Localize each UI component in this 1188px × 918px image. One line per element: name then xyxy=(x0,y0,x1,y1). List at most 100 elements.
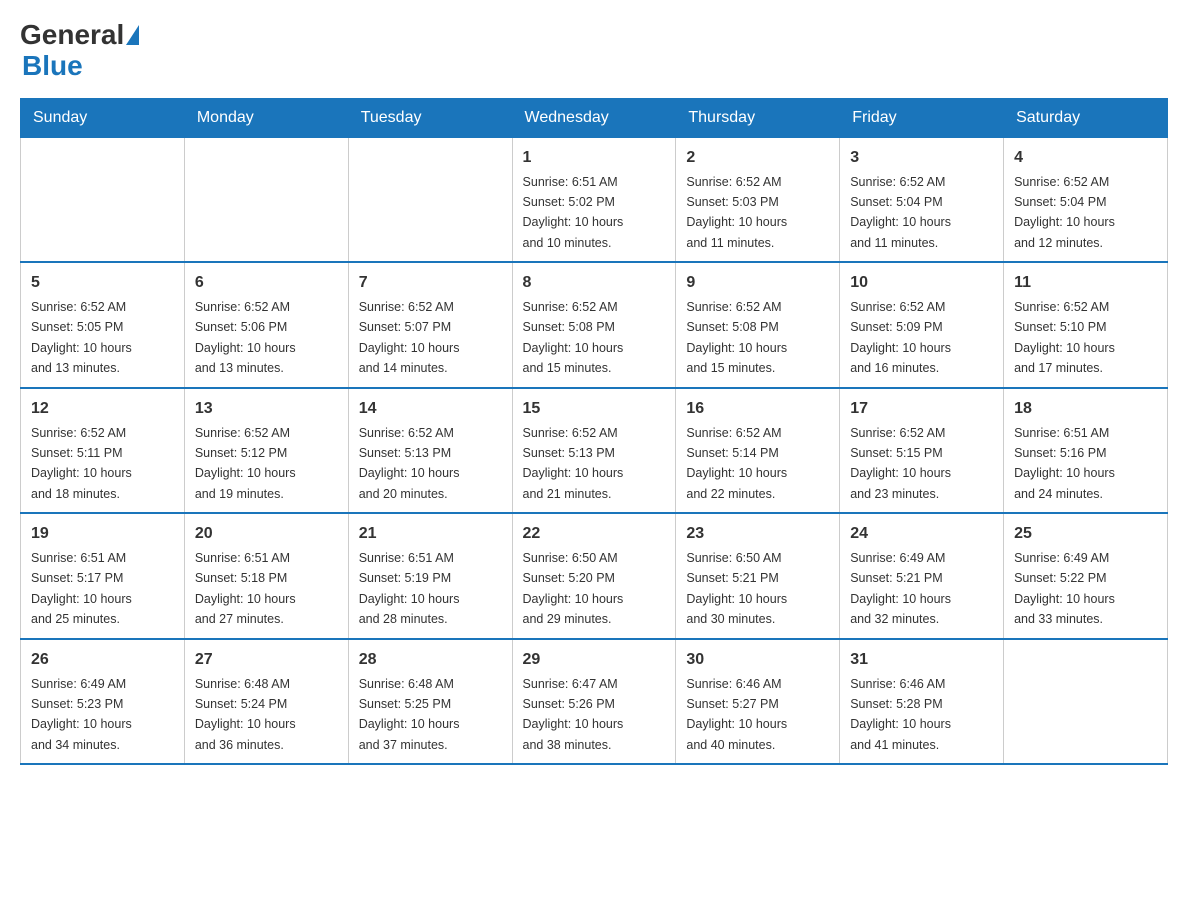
day-info: Sunrise: 6:48 AMSunset: 5:25 PMDaylight:… xyxy=(359,677,460,752)
calendar-cell xyxy=(184,137,348,262)
calendar-cell: 3 Sunrise: 6:52 AMSunset: 5:04 PMDaylight… xyxy=(840,137,1004,262)
calendar-cell: 24 Sunrise: 6:49 AMSunset: 5:21 PMDayligh… xyxy=(840,513,1004,639)
calendar-cell: 5 Sunrise: 6:52 AMSunset: 5:05 PMDaylight… xyxy=(21,262,185,388)
day-number: 30 xyxy=(686,648,829,672)
day-info: Sunrise: 6:52 AMSunset: 5:09 PMDaylight:… xyxy=(850,300,951,375)
logo-triangle-icon xyxy=(126,25,139,45)
day-info: Sunrise: 6:49 AMSunset: 5:23 PMDaylight:… xyxy=(31,677,132,752)
day-number: 9 xyxy=(686,271,829,295)
day-number: 21 xyxy=(359,522,502,546)
day-info: Sunrise: 6:50 AMSunset: 5:20 PMDaylight:… xyxy=(523,551,624,626)
day-number: 17 xyxy=(850,397,993,421)
header-day-friday: Friday xyxy=(840,98,1004,137)
header-day-thursday: Thursday xyxy=(676,98,840,137)
day-info: Sunrise: 6:52 AMSunset: 5:06 PMDaylight:… xyxy=(195,300,296,375)
day-info: Sunrise: 6:52 AMSunset: 5:12 PMDaylight:… xyxy=(195,426,296,501)
day-info: Sunrise: 6:48 AMSunset: 5:24 PMDaylight:… xyxy=(195,677,296,752)
calendar-cell: 9Sunrise: 6:52 AMSunset: 5:08 PMDaylight… xyxy=(676,262,840,388)
day-number: 15 xyxy=(523,397,666,421)
header-day-sunday: Sunday xyxy=(21,98,185,137)
day-number: 31 xyxy=(850,648,993,672)
day-info: Sunrise: 6:49 AMSunset: 5:21 PMDaylight:… xyxy=(850,551,951,626)
day-number: 29 xyxy=(523,648,666,672)
day-info: Sunrise: 6:51 AMSunset: 5:19 PMDaylight:… xyxy=(359,551,460,626)
day-number: 12 xyxy=(31,397,174,421)
day-number: 14 xyxy=(359,397,502,421)
day-info: Sunrise: 6:50 AMSunset: 5:21 PMDaylight:… xyxy=(686,551,787,626)
day-info: Sunrise: 6:52 AMSunset: 5:11 PMDaylight:… xyxy=(31,426,132,501)
day-info: Sunrise: 6:47 AMSunset: 5:26 PMDaylight:… xyxy=(523,677,624,752)
calendar-cell: 12 Sunrise: 6:52 AMSunset: 5:11 PMDayligh… xyxy=(21,388,185,514)
day-info: Sunrise: 6:46 AMSunset: 5:27 PMDaylight:… xyxy=(686,677,787,752)
calendar-cell: 14 Sunrise: 6:52 AMSunset: 5:13 PMDayligh… xyxy=(348,388,512,514)
day-number: 23 xyxy=(686,522,829,546)
day-number: 24 xyxy=(850,522,993,546)
day-number: 6 xyxy=(195,271,338,295)
day-number: 4 xyxy=(1014,146,1157,170)
calendar-cell: 7Sunrise: 6:52 AMSunset: 5:07 PMDaylight… xyxy=(348,262,512,388)
day-info: Sunrise: 6:52 AMSunset: 5:15 PMDaylight:… xyxy=(850,426,951,501)
day-number: 18 xyxy=(1014,397,1157,421)
day-number: 11 xyxy=(1014,271,1157,295)
calendar-cell: 20 Sunrise: 6:51 AMSunset: 5:18 PMDayligh… xyxy=(184,513,348,639)
calendar-cell xyxy=(348,137,512,262)
header-day-tuesday: Tuesday xyxy=(348,98,512,137)
day-number: 1 xyxy=(523,146,666,170)
header-day-saturday: Saturday xyxy=(1004,98,1168,137)
day-info: Sunrise: 6:52 AMSunset: 5:08 PMDaylight:… xyxy=(523,300,624,375)
day-number: 2 xyxy=(686,146,829,170)
calendar-header: SundayMondayTuesdayWednesdayThursdayFrid… xyxy=(21,98,1168,137)
day-info: Sunrise: 6:52 AMSunset: 5:13 PMDaylight:… xyxy=(359,426,460,501)
calendar-cell: 17 Sunrise: 6:52 AMSunset: 5:15 PMDayligh… xyxy=(840,388,1004,514)
calendar-cell: 6 Sunrise: 6:52 AMSunset: 5:06 PMDaylight… xyxy=(184,262,348,388)
calendar-cell: 21 Sunrise: 6:51 AMSunset: 5:19 PMDayligh… xyxy=(348,513,512,639)
day-number: 26 xyxy=(31,648,174,672)
day-info: Sunrise: 6:51 AMSunset: 5:16 PMDaylight:… xyxy=(1014,426,1115,501)
day-number: 19 xyxy=(31,522,174,546)
calendar-cell: 29 Sunrise: 6:47 AMSunset: 5:26 PMDayligh… xyxy=(512,639,676,765)
day-info: Sunrise: 6:52 AMSunset: 5:14 PMDaylight:… xyxy=(686,426,787,501)
calendar-cell: 19Sunrise: 6:51 AMSunset: 5:17 PMDayligh… xyxy=(21,513,185,639)
day-number: 20 xyxy=(195,522,338,546)
calendar-cell: 26 Sunrise: 6:49 AMSunset: 5:23 PMDayligh… xyxy=(21,639,185,765)
calendar-cell: 23 Sunrise: 6:50 AMSunset: 5:21 PMDayligh… xyxy=(676,513,840,639)
calendar-body: 1 Sunrise: 6:51 AMSunset: 5:02 PMDaylight… xyxy=(21,137,1168,764)
logo-general-text: General xyxy=(20,20,124,51)
day-info: Sunrise: 6:46 AMSunset: 5:28 PMDaylight:… xyxy=(850,677,951,752)
calendar-cell: 27 Sunrise: 6:48 AMSunset: 5:24 PMDayligh… xyxy=(184,639,348,765)
calendar-cell xyxy=(1004,639,1168,765)
day-number: 27 xyxy=(195,648,338,672)
header-day-wednesday: Wednesday xyxy=(512,98,676,137)
day-number: 5 xyxy=(31,271,174,295)
calendar-cell: 25 Sunrise: 6:49 AMSunset: 5:22 PMDayligh… xyxy=(1004,513,1168,639)
day-info: Sunrise: 6:52 AMSunset: 5:04 PMDaylight:… xyxy=(850,175,951,250)
day-number: 10 xyxy=(850,271,993,295)
day-number: 28 xyxy=(359,648,502,672)
day-info: Sunrise: 6:51 AMSunset: 5:02 PMDaylight:… xyxy=(523,175,624,250)
day-info: Sunrise: 6:49 AMSunset: 5:22 PMDaylight:… xyxy=(1014,551,1115,626)
calendar-cell: 13 Sunrise: 6:52 AMSunset: 5:12 PMDayligh… xyxy=(184,388,348,514)
calendar-week-5: 26 Sunrise: 6:49 AMSunset: 5:23 PMDayligh… xyxy=(21,639,1168,765)
logo: General Blue xyxy=(20,20,139,82)
calendar-cell: 10 Sunrise: 6:52 AMSunset: 5:09 PMDayligh… xyxy=(840,262,1004,388)
calendar-week-2: 5 Sunrise: 6:52 AMSunset: 5:05 PMDaylight… xyxy=(21,262,1168,388)
day-number: 25 xyxy=(1014,522,1157,546)
calendar-cell: 30 Sunrise: 6:46 AMSunset: 5:27 PMDayligh… xyxy=(676,639,840,765)
day-number: 16 xyxy=(686,397,829,421)
day-number: 7 xyxy=(359,271,502,295)
header-day-monday: Monday xyxy=(184,98,348,137)
day-info: Sunrise: 6:52 AMSunset: 5:05 PMDaylight:… xyxy=(31,300,132,375)
calendar-cell: 15 Sunrise: 6:52 AMSunset: 5:13 PMDayligh… xyxy=(512,388,676,514)
calendar-cell: 11Sunrise: 6:52 AMSunset: 5:10 PMDayligh… xyxy=(1004,262,1168,388)
calendar-cell: 4 Sunrise: 6:52 AMSunset: 5:04 PMDaylight… xyxy=(1004,137,1168,262)
calendar-week-4: 19Sunrise: 6:51 AMSunset: 5:17 PMDayligh… xyxy=(21,513,1168,639)
calendar-cell xyxy=(21,137,185,262)
day-info: Sunrise: 6:51 AMSunset: 5:18 PMDaylight:… xyxy=(195,551,296,626)
day-info: Sunrise: 6:52 AMSunset: 5:13 PMDaylight:… xyxy=(523,426,624,501)
day-number: 22 xyxy=(523,522,666,546)
calendar-cell: 22 Sunrise: 6:50 AMSunset: 5:20 PMDayligh… xyxy=(512,513,676,639)
calendar-cell: 31 Sunrise: 6:46 AMSunset: 5:28 PMDayligh… xyxy=(840,639,1004,765)
day-number: 13 xyxy=(195,397,338,421)
day-info: Sunrise: 6:52 AMSunset: 5:04 PMDaylight:… xyxy=(1014,175,1115,250)
day-number: 3 xyxy=(850,146,993,170)
